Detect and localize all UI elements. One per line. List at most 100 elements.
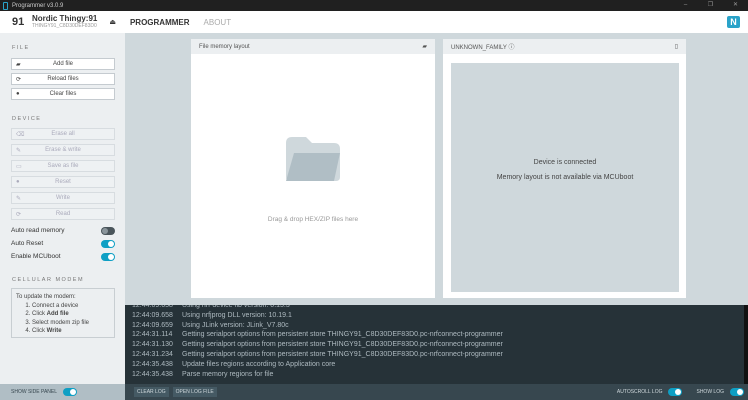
clear-icon: ● xyxy=(16,91,20,97)
device-connected-text: Device is connected xyxy=(533,159,597,166)
log-time: 12:44:09.659 xyxy=(132,321,173,329)
tab-about[interactable]: ABOUT xyxy=(204,18,232,27)
step-text: Click xyxy=(32,328,47,334)
toggle-label: Enable MCUboot xyxy=(11,253,61,260)
device-section-title: DEVICE xyxy=(12,116,42,122)
side-panel-footer: SHOW SIDE PANEL xyxy=(0,384,125,400)
button-label: Read xyxy=(55,211,71,217)
log-entry: 12:44:35.438 Parse memory regions for fil… xyxy=(132,370,748,380)
log-time: 12:44:35.438 xyxy=(132,360,173,368)
button-label: Reload files xyxy=(47,76,79,82)
log-panel: 12:44:09.658 Using nrf-device-lib version… xyxy=(125,305,748,384)
show-log-label: SHOW LOG xyxy=(696,389,724,395)
log-time: 12:44:35.438 xyxy=(132,370,173,378)
erase-all-button[interactable]: ⌫ Erase all xyxy=(11,128,115,140)
auto-reset-toggle-row: Auto Reset xyxy=(11,237,115,250)
erase-write-button[interactable]: ✎ Erase & write xyxy=(11,144,115,156)
log-entry: 12:44:31.114 Getting serialport options f… xyxy=(132,330,748,340)
log-message: Using nrfjprog DLL version: 10.19.1 xyxy=(182,311,292,319)
button-label: Erase all xyxy=(51,131,75,137)
clear-files-button[interactable]: ● Clear files xyxy=(11,88,115,100)
show-side-panel-toggle[interactable] xyxy=(63,388,78,396)
modem-intro: To update the modem: xyxy=(16,294,76,300)
log-scrollbar[interactable] xyxy=(744,305,748,384)
auto-reset-toggle[interactable] xyxy=(101,239,115,248)
memory-layout-placeholder: Device is connected Memory layout is not… xyxy=(451,63,679,292)
clear-log-button[interactable]: CLEAR LOG xyxy=(134,387,169,397)
auto-read-memory-toggle[interactable] xyxy=(101,226,115,235)
log-time: 12:44:31.114 xyxy=(132,331,173,339)
tab-programmer[interactable]: PROGRAMMER xyxy=(130,18,190,27)
modem-instructions: To update the modem: Connect a device Cl… xyxy=(11,288,115,338)
device-logo: 91 xyxy=(12,16,25,28)
maximize-button[interactable]: ❐ xyxy=(698,0,723,11)
enable-mcuboot-toggle[interactable] xyxy=(101,252,115,261)
log-time: 12:44:09.658 xyxy=(132,311,173,319)
button-label: Add file xyxy=(52,61,73,67)
card-header: File memory layout ▰ xyxy=(191,39,435,54)
log-entry: 12:44:31.130 Getting serialport options f… xyxy=(132,340,748,350)
step-bold: Add file xyxy=(46,311,69,317)
toggle-label: Auto Reset xyxy=(11,240,44,247)
button-label: Reset xyxy=(55,179,71,185)
reload-files-button[interactable]: ⟳ Reload files xyxy=(11,73,115,85)
app-header: 91 Nordic Thingy:91 THINGY91_C8D30DEF83D… xyxy=(0,11,748,33)
reset-icon: ● xyxy=(16,179,20,185)
device-memory-card: UNKNOWN_FAMILY ⓘ ▯ Device is connected M… xyxy=(443,39,686,298)
log-message: Update files regions according to Applic… xyxy=(182,360,336,368)
drop-zone-text: Drag & drop HEX/ZIP files here xyxy=(267,216,359,223)
save-as-file-button[interactable]: ▭ Save as file xyxy=(11,160,115,172)
step-bold: Write xyxy=(46,328,62,334)
card-header: UNKNOWN_FAMILY ⓘ ▯ xyxy=(443,39,686,54)
modem-step: Click Add file xyxy=(32,310,110,319)
eraser-icon: ⌫ xyxy=(16,131,25,138)
side-panel: FILE ▰ Add file ⟳ Reload files ● Clear file… xyxy=(0,33,125,384)
open-log-file-button[interactable]: OPEN LOG FILE xyxy=(172,387,217,397)
log-message: Parse memory regions for file xyxy=(182,370,274,378)
enable-mcuboot-toggle-row: Enable MCUboot xyxy=(11,250,115,263)
button-label: Write xyxy=(56,195,70,201)
minimize-button[interactable]: – xyxy=(673,0,698,11)
add-file-button[interactable]: ▰ Add file xyxy=(11,58,115,70)
log-time: 12:44:31.234 xyxy=(132,350,173,358)
log-time: 12:44:31.130 xyxy=(132,341,173,349)
step-text: Click xyxy=(32,311,47,317)
button-label: Clear files xyxy=(49,91,77,97)
app-icon xyxy=(3,1,8,10)
show-log-toggle[interactable] xyxy=(730,388,744,396)
log-message: Using JLink version: JLink_V7.80c xyxy=(182,321,289,329)
close-button[interactable]: ✕ xyxy=(723,0,748,11)
button-label: Save as file xyxy=(47,163,79,169)
log-entry: 12:44:31.234 Getting serialport options f… xyxy=(132,350,748,360)
modem-step: Connect a device xyxy=(32,302,110,311)
write-button[interactable]: ✎ Write xyxy=(11,192,115,204)
device-selector[interactable]: Nordic Thingy:91 THINGY91_C8D30DEF83D0 xyxy=(32,14,98,30)
read-icon: ⟳ xyxy=(16,211,22,218)
eject-icon[interactable]: ⏏ xyxy=(109,18,116,26)
folder-icon: ▰ xyxy=(16,61,21,68)
log-footer: CLEAR LOG OPEN LOG FILE AUTOSCROLL LOG S… xyxy=(125,384,748,400)
log-entry: 12:44:35.438 Update files regions accordi… xyxy=(132,360,748,370)
log-message: Getting serialport options from persiste… xyxy=(182,331,503,339)
card-title: File memory layout xyxy=(199,43,250,50)
reset-button[interactable]: ● Reset xyxy=(11,176,115,188)
nordic-logo: N xyxy=(727,16,740,28)
cellular-modem-title: CELLULAR MODEM xyxy=(12,277,85,283)
read-button[interactable]: ⟳ Read xyxy=(11,208,115,220)
card-title: UNKNOWN_FAMILY xyxy=(451,45,507,51)
folder-icon[interactable]: ▰ xyxy=(422,43,427,50)
device-name: Nordic Thingy:91 xyxy=(32,14,98,23)
log-entry: 12:44:09.658 Using nrfjprog DLL version: … xyxy=(132,311,748,321)
auto-read-memory-toggle-row: Auto read memory xyxy=(11,224,115,237)
info-icon[interactable]: ⓘ xyxy=(508,45,514,51)
reload-icon: ⟳ xyxy=(16,76,22,83)
card-title-wrap: UNKNOWN_FAMILY ⓘ xyxy=(451,42,514,51)
window-title: Programmer v3.0.9 xyxy=(12,2,64,9)
show-side-panel-label: SHOW SIDE PANEL xyxy=(11,389,58,395)
log-entry: 12:44:09.659 Using JLink version: JLink_V… xyxy=(132,321,748,331)
autoscroll-toggle[interactable] xyxy=(668,388,683,396)
file-memory-card[interactable]: File memory layout ▰ Drag & drop HEX/ZIP… xyxy=(191,39,435,298)
device-serial: THINGY91_C8D30DEF83D0 xyxy=(32,23,97,29)
log-message: Getting serialport options from persiste… xyxy=(182,341,503,349)
toggle-label: Auto read memory xyxy=(11,227,65,234)
